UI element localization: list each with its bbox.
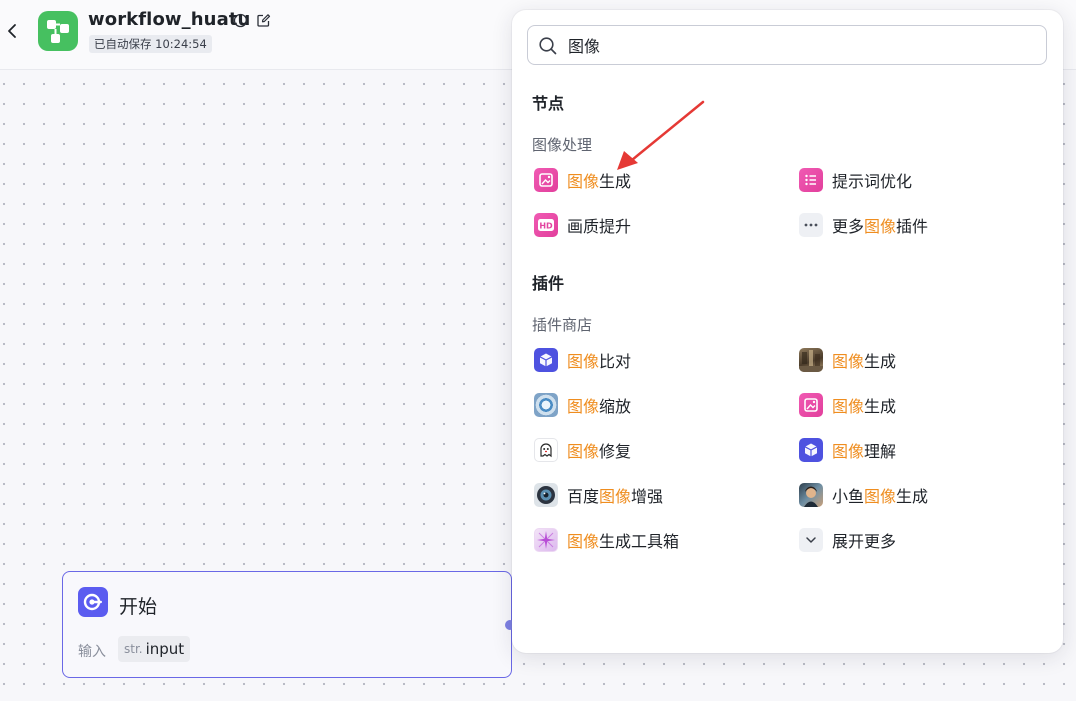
photo-thumbnail-icon (799, 348, 823, 372)
chevron-down-icon (799, 528, 823, 552)
plugin-image-scale[interactable]: 图像 缩放 (534, 390, 631, 420)
param-type: str. (124, 642, 143, 656)
plugin-image-generation-toolbox[interactable]: 图像 生成工具箱 (534, 525, 679, 555)
workflow-app-icon (38, 11, 78, 51)
item-label: 缩放 (599, 397, 632, 416)
plugin-image-compare[interactable]: 图像 比对 (534, 345, 631, 375)
item-label: 理解 (864, 442, 897, 461)
item-label: 生成 (864, 397, 897, 416)
item-label: 画质提升 (567, 217, 632, 236)
nodes-section-title: 节点 (532, 94, 565, 113)
hd-icon: HD (534, 213, 558, 237)
start-node-icon (78, 587, 108, 617)
item-prefix: 更多 (832, 217, 865, 236)
toolbox-icon (534, 528, 558, 552)
workflow-icon (47, 20, 69, 43)
item-highlight: 图像 (567, 352, 600, 371)
item-label: 生成 (599, 172, 632, 191)
image-generation-icon (534, 168, 558, 192)
item-label: 修复 (599, 442, 632, 461)
plugin-store-group-title: 插件商店 (532, 316, 593, 334)
edit-icon[interactable] (256, 13, 271, 28)
workflow-title: workflow_huatu (88, 9, 251, 30)
item-label: 增强 (631, 487, 664, 506)
cube-icon (799, 438, 823, 462)
image-generation-icon (799, 393, 823, 417)
add-node-popup: 节点 图像处理 图像生成 提示词优化 HD 画质提升 更多图像插件 插件 插件商… (512, 10, 1063, 653)
item-prefix: 小鱼 (832, 487, 865, 506)
item-highlight: 图像 (567, 442, 600, 461)
plugins-section-title: 插件 (532, 274, 565, 293)
prompt-list-icon (799, 168, 823, 192)
cube-icon (534, 348, 558, 372)
item-label: 生成 (864, 352, 897, 371)
node-image-generation[interactable]: 图像 生成 (534, 165, 631, 195)
item-label: 展开更多 (832, 532, 897, 551)
input-param-tag: str. input (118, 636, 191, 662)
info-icon[interactable] (233, 13, 248, 28)
item-highlight: 图像 (567, 532, 600, 551)
item-highlight: 图像 (864, 217, 897, 236)
node-prompt-optimization[interactable]: 提示词优化 (799, 165, 912, 195)
item-label: 生成 (896, 487, 929, 506)
ghost-icon (534, 438, 558, 462)
item-label: 比对 (599, 352, 632, 371)
item-label: 生成工具箱 (599, 532, 680, 551)
photo-thumbnail-icon (799, 483, 823, 507)
item-highlight: 图像 (599, 487, 632, 506)
plugin-image-generation-a[interactable]: 图像 生成 (799, 345, 896, 375)
search-input[interactable] (568, 32, 1028, 58)
lens-icon (534, 393, 558, 417)
item-highlight: 图像 (567, 172, 600, 191)
item-highlight: 图像 (832, 442, 865, 461)
plugin-image-understanding[interactable]: 图像 理解 (799, 435, 896, 465)
node-more-image-plugins[interactable]: 更多 图像 插件 (799, 210, 928, 240)
chevron-left-icon (8, 24, 16, 38)
image-processing-group-title: 图像处理 (532, 136, 593, 154)
plugin-image-generation-b[interactable]: 图像 生成 (799, 390, 896, 420)
plugin-image-repair[interactable]: 图像 修复 (534, 435, 631, 465)
item-highlight: 图像 (567, 397, 600, 416)
camera-lens-icon (534, 483, 558, 507)
start-node[interactable]: 开始 输入 str. input (62, 571, 512, 678)
plugin-xiaoyu-image-generation[interactable]: 小鱼 图像 生成 (799, 480, 928, 510)
start-node-title: 开始 (119, 596, 158, 618)
svg-text:HD: HD (539, 221, 553, 230)
item-prefix: 百度 (567, 487, 600, 506)
item-highlight: 图像 (832, 352, 865, 371)
node-quality-upscale[interactable]: HD 画质提升 (534, 210, 631, 240)
item-highlight: 图像 (864, 487, 897, 506)
param-name: input (145, 640, 185, 658)
autosave-status: 已自动保存 10:24:54 (89, 35, 212, 53)
item-label: 提示词优化 (832, 172, 913, 191)
search-icon (539, 37, 557, 55)
start-input-label: 输入 (78, 644, 106, 660)
item-label: 插件 (896, 217, 929, 236)
back-button[interactable] (4, 20, 22, 42)
item-highlight: 图像 (832, 397, 865, 416)
expand-more-button[interactable]: 展开更多 (799, 525, 896, 555)
plugin-baidu-image-enhance[interactable]: 百度 图像 增强 (534, 480, 663, 510)
more-dots-icon (799, 213, 823, 237)
search-box[interactable] (527, 25, 1047, 65)
